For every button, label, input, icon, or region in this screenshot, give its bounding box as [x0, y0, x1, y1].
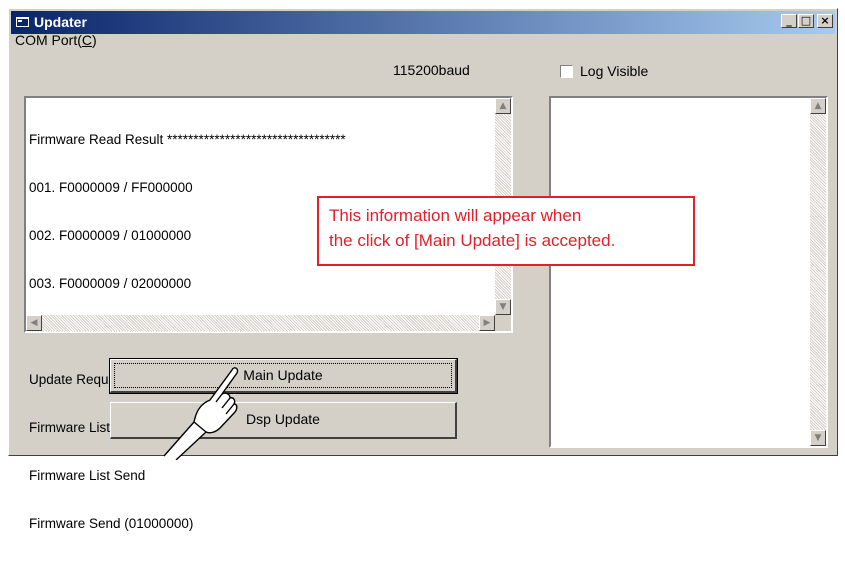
log-visible-checkbox[interactable] [560, 65, 573, 78]
scroll-up-icon: ▲ [499, 101, 507, 111]
scroll-up-icon: ▲ [814, 101, 822, 111]
scroll-left-button[interactable]: ◀ [26, 315, 42, 331]
log-line: Firmware Read Result *******************… [29, 132, 346, 147]
scroll-down-icon: ▼ [814, 433, 822, 443]
menu-com-port[interactable]: COM Port(C) [15, 32, 97, 48]
app-icon [16, 17, 29, 27]
menu-com-port-key: C [81, 32, 93, 48]
menu-com-port-prefix: COM Port( [15, 32, 82, 48]
menu-com-port-suffix: ) [92, 32, 97, 48]
title-bar[interactable]: Updater _ □ × [11, 11, 835, 34]
log-visible-label[interactable]: Log Visible [580, 63, 648, 79]
scroll-right-icon: ▶ [483, 318, 491, 328]
baud-rate-label: 115200baud [393, 62, 470, 78]
scroll-down-icon: ▼ [499, 302, 507, 312]
log-line: 001. F0000009 / FF000000 [29, 180, 193, 195]
log-lines: Firmware Read Result *******************… [29, 100, 346, 564]
callout-line-2: the click of [Main Update] is accepted. [329, 231, 616, 250]
minimize-icon: _ [786, 14, 792, 27]
minimize-button[interactable]: _ [781, 14, 797, 28]
scroll-up-button[interactable]: ▲ [495, 98, 511, 114]
log-horizontal-scrollbar[interactable]: ◀ ▶ [26, 315, 495, 331]
close-icon: × [820, 14, 830, 27]
annotation-callout: This information will appear when the cl… [317, 196, 695, 266]
log-line: Firmware List Send [29, 468, 146, 483]
log-line: Firmware Send (01000000) [29, 516, 194, 531]
window-title: Updater [34, 14, 87, 30]
scroll-left-icon: ◀ [30, 318, 38, 328]
dsp-update-label: Dsp Update [246, 411, 320, 427]
log-line: 003. F0000009 / 02000000 [29, 276, 192, 291]
maximize-button[interactable]: □ [798, 14, 814, 28]
maximize-icon: □ [800, 14, 812, 27]
log-line: 002. F0000009 / 01000000 [29, 228, 192, 243]
scroll-right-button[interactable]: ▶ [479, 315, 495, 331]
detail-scroll-up-button[interactable]: ▲ [810, 98, 826, 114]
detail-scroll-down-button[interactable]: ▼ [810, 430, 826, 446]
callout-line-1: This information will appear when [329, 206, 582, 225]
detail-vertical-scrollbar[interactable]: ▲ ▼ [810, 98, 826, 446]
scroll-down-button[interactable]: ▼ [495, 299, 511, 315]
pointing-hand-icon [163, 367, 239, 460]
detail-log-list[interactable]: ▲ ▼ [549, 96, 828, 448]
scroll-corner [495, 315, 511, 331]
close-button[interactable]: × [817, 14, 833, 28]
